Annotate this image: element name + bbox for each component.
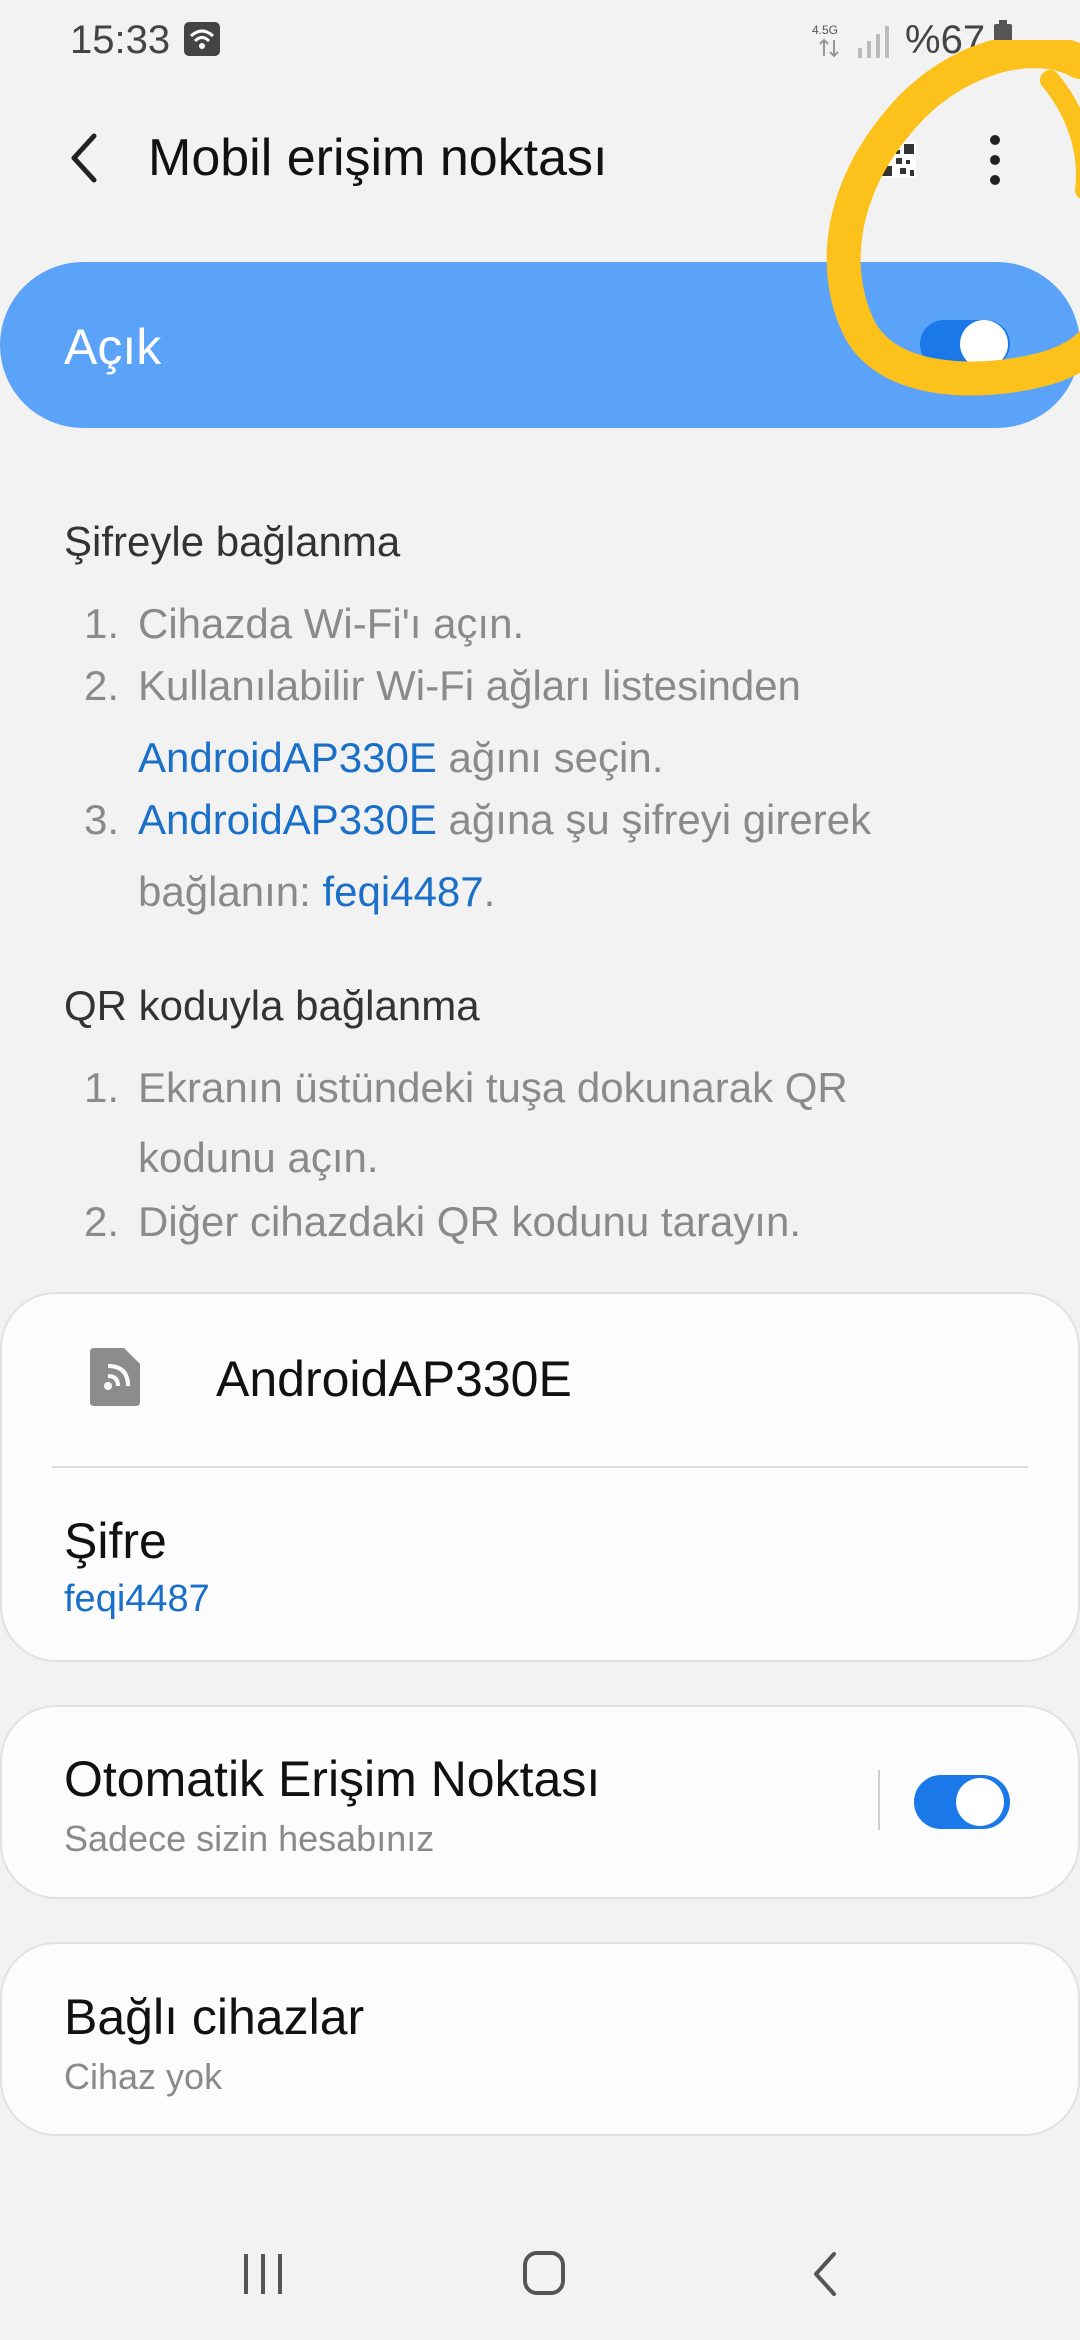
step-number: 2. <box>84 1198 120 1245</box>
step-text: Diğer cihazdaki QR kodunu tarayın. <box>138 1198 801 1245</box>
auto-hotspot-subtitle: Sadece sizin hesabınız <box>64 1818 435 1859</box>
step-text: Cihazda Wi-Fi'ı açın. <box>138 600 525 647</box>
back-arrow-icon[interactable] <box>64 128 104 188</box>
qr-section-title: QR koduyla bağlanma <box>64 982 480 1029</box>
master-toggle-label: Açık <box>64 319 162 375</box>
nav-back-icon[interactable] <box>810 2250 840 2298</box>
highlight-circle-annotation <box>826 40 1080 396</box>
network-name[interactable]: AndroidAP330E <box>216 1350 572 1408</box>
home-icon[interactable] <box>522 2250 566 2296</box>
connected-devices-subtitle: Cihaz yok <box>64 2056 223 2097</box>
connected-devices-title: Bağlı cihazlar <box>64 1989 365 2045</box>
step-text: bağlanın: feqi4487. <box>138 868 496 915</box>
step-number: 1. <box>84 600 120 647</box>
step-text: AndroidAP330E ağını seçin. <box>138 734 664 781</box>
vertical-divider <box>878 1770 880 1830</box>
step-number: 3. <box>84 796 120 843</box>
page-title: Mobil erişim noktası <box>148 129 608 187</box>
step-text: AndroidAP330E ağına şu şifreyi girerek <box>138 796 872 843</box>
hotspot-device-icon <box>90 1348 140 1406</box>
step-number: 2. <box>84 662 120 709</box>
password-value: feqi4487 <box>64 1578 210 1620</box>
step-text: kodunu açın. <box>138 1134 379 1181</box>
status-time: 15:33 <box>70 18 171 62</box>
auto-hotspot-title: Otomatik Erişim Noktası <box>64 1751 601 1807</box>
step-number: 1. <box>84 1064 120 1111</box>
recent-apps-icon[interactable] <box>240 2252 286 2296</box>
network-name-link: AndroidAP330E <box>138 734 437 781</box>
password-link: feqi4487 <box>322 868 484 915</box>
network-name-link: AndroidAP330E <box>138 796 437 843</box>
wifi-icon <box>184 22 220 56</box>
step-text: Ekranın üstündeki tuşa dokunarak QR <box>138 1064 848 1111</box>
divider <box>52 1466 1028 1468</box>
password-section-title: Şifreyle bağlanma <box>64 518 401 565</box>
network-type: 4.5G <box>812 23 838 37</box>
auto-hotspot-switch-knob <box>956 1778 1004 1826</box>
password-label[interactable]: Şifre <box>64 1512 167 1570</box>
step-text: Kullanılabilir Wi-Fi ağları listesinden <box>138 662 801 709</box>
